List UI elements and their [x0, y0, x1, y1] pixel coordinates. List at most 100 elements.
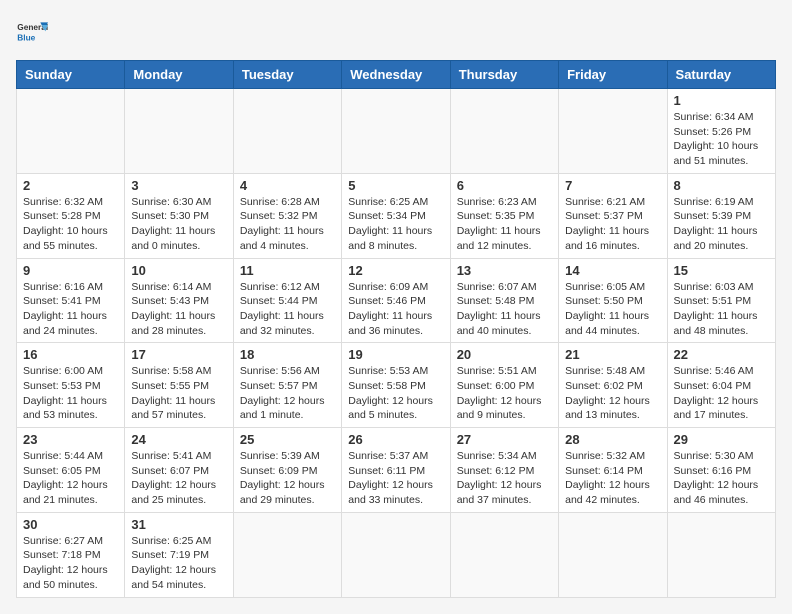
day-number: 15 [674, 263, 769, 278]
day-info: Sunrise: 5:48 AM Sunset: 6:02 PM Dayligh… [565, 364, 660, 423]
calendar-week-row: 23 Sunrise: 5:44 AM Sunset: 6:05 PM Dayli… [17, 428, 776, 513]
day-info: Sunrise: 5:46 AM Sunset: 6:04 PM Dayligh… [674, 364, 769, 423]
day-info: Sunrise: 5:58 AM Sunset: 5:55 PM Dayligh… [131, 364, 226, 423]
calendar-cell [559, 89, 667, 174]
day-info: Sunrise: 5:53 AM Sunset: 5:58 PM Dayligh… [348, 364, 443, 423]
calendar-week-row: 9 Sunrise: 6:16 AM Sunset: 5:41 PM Daylig… [17, 258, 776, 343]
day-info: Sunrise: 6:30 AM Sunset: 5:30 PM Dayligh… [131, 195, 226, 254]
calendar-cell: 4 Sunrise: 6:28 AM Sunset: 5:32 PM Daylig… [233, 173, 341, 258]
calendar-cell: 27 Sunrise: 5:34 AM Sunset: 6:12 PM Dayli… [450, 428, 558, 513]
calendar-cell: 6 Sunrise: 6:23 AM Sunset: 5:35 PM Daylig… [450, 173, 558, 258]
calendar-header-row: SundayMondayTuesdayWednesdayThursdayFrid… [17, 61, 776, 89]
calendar-table: SundayMondayTuesdayWednesdayThursdayFrid… [16, 60, 776, 598]
calendar-cell: 31 Sunrise: 6:25 AM Sunset: 7:19 PM Dayli… [125, 512, 233, 597]
day-info: Sunrise: 5:32 AM Sunset: 6:14 PM Dayligh… [565, 449, 660, 508]
day-info: Sunrise: 6:25 AM Sunset: 7:19 PM Dayligh… [131, 534, 226, 593]
day-info: Sunrise: 5:51 AM Sunset: 6:00 PM Dayligh… [457, 364, 552, 423]
day-number: 20 [457, 347, 552, 362]
calendar-cell: 25 Sunrise: 5:39 AM Sunset: 6:09 PM Dayli… [233, 428, 341, 513]
calendar-cell: 1 Sunrise: 6:34 AM Sunset: 5:26 PM Daylig… [667, 89, 775, 174]
calendar-cell [342, 89, 450, 174]
day-info: Sunrise: 5:56 AM Sunset: 5:57 PM Dayligh… [240, 364, 335, 423]
day-number: 28 [565, 432, 660, 447]
calendar-week-row: 30Sunrise: 6:27 AM Sunset: 7:18 PM Dayli… [17, 512, 776, 597]
day-info: Sunrise: 6:19 AM Sunset: 5:39 PM Dayligh… [674, 195, 769, 254]
day-info: Sunrise: 6:03 AM Sunset: 5:51 PM Dayligh… [674, 280, 769, 339]
calendar-cell [450, 512, 558, 597]
day-number: 26 [348, 432, 443, 447]
day-info: Sunrise: 6:23 AM Sunset: 5:35 PM Dayligh… [457, 195, 552, 254]
day-number: 11 [240, 263, 335, 278]
day-number: 21 [565, 347, 660, 362]
day-number: 2 [23, 178, 118, 193]
day-header-friday: Friday [559, 61, 667, 89]
day-number: 12 [348, 263, 443, 278]
calendar-cell [233, 512, 341, 597]
day-number: 23 [23, 432, 118, 447]
calendar-cell: 7 Sunrise: 6:21 AM Sunset: 5:37 PM Daylig… [559, 173, 667, 258]
day-info: Sunrise: 5:34 AM Sunset: 6:12 PM Dayligh… [457, 449, 552, 508]
day-number: 17 [131, 347, 226, 362]
day-info: Sunrise: 6:25 AM Sunset: 5:34 PM Dayligh… [348, 195, 443, 254]
day-info: Sunrise: 6:14 AM Sunset: 5:43 PM Dayligh… [131, 280, 226, 339]
logo-icon: General Blue [16, 16, 48, 48]
calendar-cell: 2Sunrise: 6:32 AM Sunset: 5:28 PM Daylig… [17, 173, 125, 258]
day-header-monday: Monday [125, 61, 233, 89]
calendar-cell: 3 Sunrise: 6:30 AM Sunset: 5:30 PM Daylig… [125, 173, 233, 258]
calendar-cell: 18 Sunrise: 5:56 AM Sunset: 5:57 PM Dayli… [233, 343, 341, 428]
day-info: Sunrise: 6:21 AM Sunset: 5:37 PM Dayligh… [565, 195, 660, 254]
day-info: Sunrise: 6:16 AM Sunset: 5:41 PM Dayligh… [23, 280, 118, 339]
day-info: Sunrise: 5:44 AM Sunset: 6:05 PM Dayligh… [23, 449, 118, 508]
day-number: 16 [23, 347, 118, 362]
day-number: 25 [240, 432, 335, 447]
calendar-cell: 9 Sunrise: 6:16 AM Sunset: 5:41 PM Daylig… [17, 258, 125, 343]
calendar-cell [559, 512, 667, 597]
day-info: Sunrise: 6:07 AM Sunset: 5:48 PM Dayligh… [457, 280, 552, 339]
day-info: Sunrise: 6:34 AM Sunset: 5:26 PM Dayligh… [674, 110, 769, 169]
day-number: 6 [457, 178, 552, 193]
day-number: 14 [565, 263, 660, 278]
day-number: 5 [348, 178, 443, 193]
calendar-cell: 5 Sunrise: 6:25 AM Sunset: 5:34 PM Daylig… [342, 173, 450, 258]
calendar-cell: 24Sunrise: 5:41 AM Sunset: 6:07 PM Dayli… [125, 428, 233, 513]
day-number: 13 [457, 263, 552, 278]
day-number: 19 [348, 347, 443, 362]
calendar-cell: 13 Sunrise: 6:07 AM Sunset: 5:48 PM Dayli… [450, 258, 558, 343]
day-number: 3 [131, 178, 226, 193]
calendar-cell: 14Sunrise: 6:05 AM Sunset: 5:50 PM Dayli… [559, 258, 667, 343]
day-info: Sunrise: 5:37 AM Sunset: 6:11 PM Dayligh… [348, 449, 443, 508]
day-number: 10 [131, 263, 226, 278]
day-info: Sunrise: 6:28 AM Sunset: 5:32 PM Dayligh… [240, 195, 335, 254]
calendar-cell [17, 89, 125, 174]
calendar-cell [342, 512, 450, 597]
calendar-cell: 22Sunrise: 5:46 AM Sunset: 6:04 PM Dayli… [667, 343, 775, 428]
calendar-cell: 16Sunrise: 6:00 AM Sunset: 5:53 PM Dayli… [17, 343, 125, 428]
day-number: 9 [23, 263, 118, 278]
calendar-cell: 30Sunrise: 6:27 AM Sunset: 7:18 PM Dayli… [17, 512, 125, 597]
day-header-sunday: Sunday [17, 61, 125, 89]
day-number: 18 [240, 347, 335, 362]
day-info: Sunrise: 6:09 AM Sunset: 5:46 PM Dayligh… [348, 280, 443, 339]
day-info: Sunrise: 6:27 AM Sunset: 7:18 PM Dayligh… [23, 534, 118, 593]
calendar-cell [233, 89, 341, 174]
calendar-cell: 28 Sunrise: 5:32 AM Sunset: 6:14 PM Dayli… [559, 428, 667, 513]
calendar-week-row: 2Sunrise: 6:32 AM Sunset: 5:28 PM Daylig… [17, 173, 776, 258]
day-number: 1 [674, 93, 769, 108]
calendar-cell: 26 Sunrise: 5:37 AM Sunset: 6:11 PM Dayli… [342, 428, 450, 513]
day-number: 7 [565, 178, 660, 193]
calendar-cell: 20 Sunrise: 5:51 AM Sunset: 6:00 PM Dayli… [450, 343, 558, 428]
calendar-cell: 29Sunrise: 5:30 AM Sunset: 6:16 PM Dayli… [667, 428, 775, 513]
day-number: 31 [131, 517, 226, 532]
day-header-wednesday: Wednesday [342, 61, 450, 89]
day-number: 27 [457, 432, 552, 447]
calendar-cell: 21 Sunrise: 5:48 AM Sunset: 6:02 PM Dayli… [559, 343, 667, 428]
day-header-saturday: Saturday [667, 61, 775, 89]
day-number: 4 [240, 178, 335, 193]
day-number: 24 [131, 432, 226, 447]
calendar-cell: 15 Sunrise: 6:03 AM Sunset: 5:51 PM Dayli… [667, 258, 775, 343]
day-info: Sunrise: 5:39 AM Sunset: 6:09 PM Dayligh… [240, 449, 335, 508]
calendar-cell: 8Sunrise: 6:19 AM Sunset: 5:39 PM Daylig… [667, 173, 775, 258]
logo: General Blue [16, 16, 48, 48]
day-info: Sunrise: 6:12 AM Sunset: 5:44 PM Dayligh… [240, 280, 335, 339]
header: General Blue [16, 16, 776, 48]
